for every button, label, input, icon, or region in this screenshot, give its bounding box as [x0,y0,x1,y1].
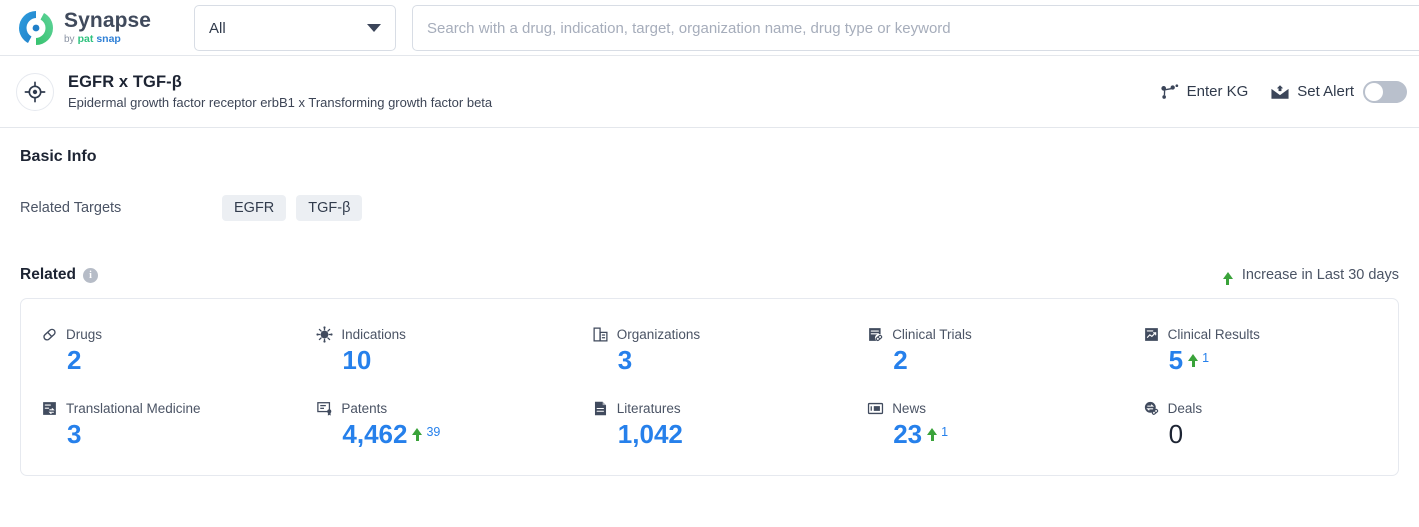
stat-label: Patents [341,401,388,417]
virus-icon [316,326,333,343]
header-actions: Enter KG Set Alert [1160,56,1407,127]
stat-value[interactable]: 10 [342,346,371,374]
stat-drugs[interactable]: Drugs 2 [21,326,296,374]
stat-value[interactable]: 2 [67,346,81,374]
stat-label: Clinical Results [1167,327,1260,342]
related-section-header: Related i Increase in Last 30 days [20,266,1399,285]
stat-label: Translational Medicine [66,401,201,417]
entity-description: Epidermal growth factor receptor erbB1 x… [68,95,493,110]
search-input[interactable] [427,19,1419,37]
knowledge-graph-icon [1160,83,1180,101]
stat-label: Drugs [66,327,103,342]
info-icon[interactable]: i [83,267,98,283]
stat-delta: 1 [927,425,949,442]
target-icon [16,72,54,111]
enter-kg-label: Enter KG [1186,83,1249,100]
deals-icon [1143,400,1160,417]
set-alert-control[interactable]: Set Alert [1270,80,1407,103]
results-chart-icon [1143,326,1160,343]
stat-delta: 1 [1188,351,1210,367]
arrow-up-icon [1188,354,1199,367]
brand-pat-label: pat [77,33,94,46]
stat-value[interactable]: 4,462 [342,420,407,448]
entity-header: EGFR x TGF-β Epidermal growth factor rec… [0,56,1419,128]
translational-icon [41,400,58,417]
stat-label: Organizations [616,327,701,342]
stat-label: News [892,401,926,417]
related-title: Related [20,266,76,283]
stat-label: Clinical Trials [892,327,972,342]
stat-value[interactable]: 3 [618,346,632,374]
stat-delta-value: 39 [426,425,441,440]
stat-value[interactable]: 0 [1169,420,1183,448]
stat-delta-value: 1 [941,425,949,440]
search-category-select[interactable]: All [194,5,396,51]
stat-delta: 39 [412,425,441,442]
mail-alert-icon [1270,83,1290,101]
target-chip[interactable]: EGFR [222,195,287,221]
related-targets-label: Related Targets [20,200,122,216]
arrow-up-icon [412,428,423,442]
pill-icon [41,326,58,343]
arrow-up-icon [927,428,938,442]
stat-news[interactable]: News 23 1 [847,400,1122,448]
stat-clinical-results[interactable]: Clinical Results 5 1 [1123,326,1398,374]
chevron-down-icon [367,24,381,32]
set-alert-toggle[interactable] [1363,80,1407,103]
literature-icon [592,400,609,417]
top-navigation-bar: Synapse by pat snap All [0,0,1419,56]
brand-name: Synapse [64,9,152,33]
increase-legend: Increase in Last 30 days [1222,267,1399,285]
brand-by-label: by [64,33,75,45]
stat-indications[interactable]: Indications 10 [296,326,571,374]
stat-patents[interactable]: Patents 4,462 39 [296,400,571,448]
stat-value[interactable]: 23 [893,420,922,448]
stat-translational-medicine[interactable]: Translational Medicine 3 [21,400,296,448]
basic-info-title: Basic Info [20,148,97,165]
target-chip[interactable]: TGF-β [296,195,363,221]
news-icon [867,400,884,417]
stat-value[interactable]: 3 [67,420,81,448]
trial-document-icon [867,326,884,343]
page-title: EGFR x TGF-β [68,73,182,91]
brand-logo[interactable]: Synapse by pat snap [16,8,151,48]
stat-organizations[interactable]: Organizations 3 [572,326,847,374]
search-bar[interactable] [412,5,1419,51]
enter-kg-button[interactable]: Enter KG [1160,83,1249,101]
brand-snap-label: snap [96,33,121,46]
stat-literatures[interactable]: Literatures 1,042 [572,400,847,448]
stat-label: Literatures [616,401,681,417]
building-icon [592,326,609,343]
synapse-logo-icon [16,8,56,48]
increase-legend-label: Increase in Last 30 days [1241,267,1399,283]
arrow-up-icon [1222,271,1233,285]
patent-icon [316,400,333,417]
stat-label: Deals [1167,401,1203,417]
related-targets-row: Related Targets EGFR TGF-β [20,195,1399,221]
search-category-value: All [209,19,226,37]
stat-clinical-trials[interactable]: Clinical Trials 2 [847,326,1122,374]
related-stats-card: Drugs 2 Indications 10 Organizations 3 C… [20,298,1399,476]
stats-grid: Drugs 2 Indications 10 Organizations 3 C… [21,326,1398,449]
stat-value[interactable]: 5 [1169,346,1183,374]
stat-label: Indications [341,327,406,342]
stat-deals[interactable]: Deals 0 [1123,400,1398,448]
stat-value[interactable]: 2 [893,346,907,374]
related-targets-chips: EGFR TGF-β [222,195,363,221]
toggle-knob [1365,82,1383,101]
stat-value[interactable]: 1,042 [618,420,683,448]
stat-delta-value: 1 [1202,351,1210,365]
set-alert-label: Set Alert [1297,83,1354,100]
main-content: Basic Info Related Targets EGFR TGF-β Re… [0,148,1419,476]
